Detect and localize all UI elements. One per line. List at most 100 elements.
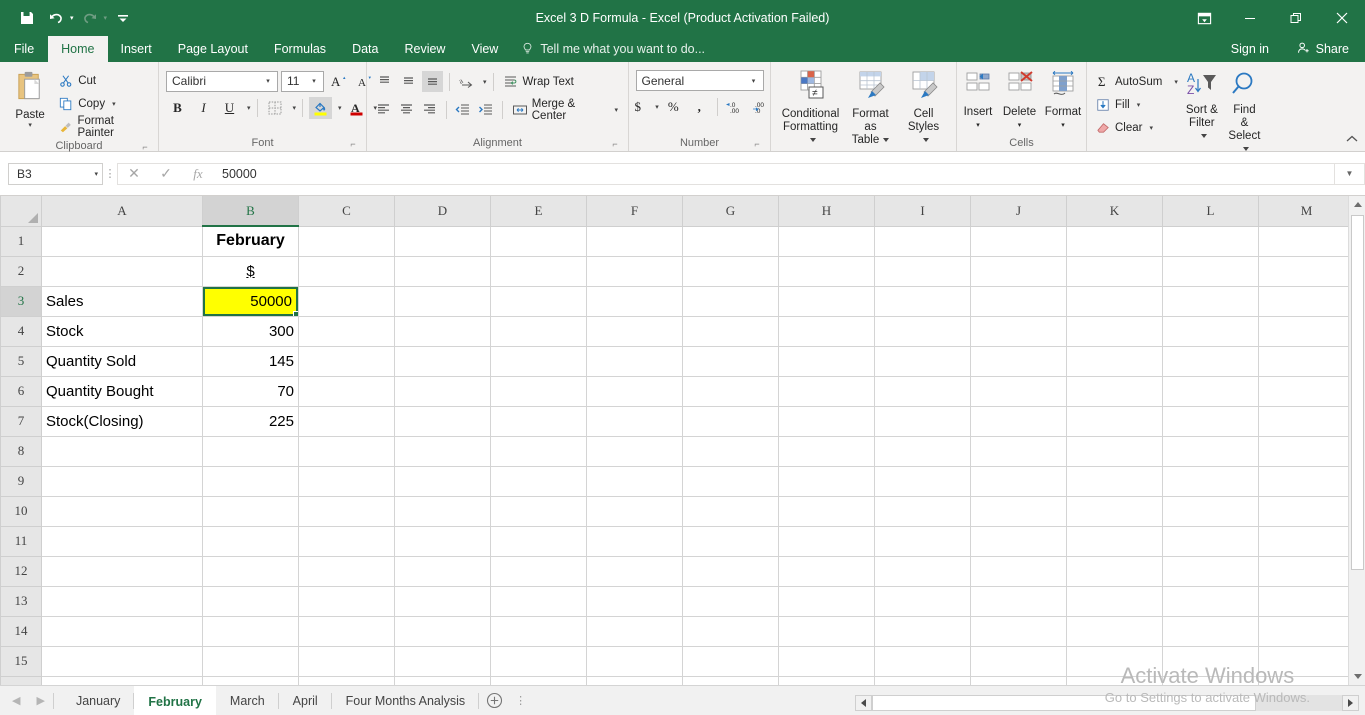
cell-j8[interactable] <box>971 436 1067 466</box>
clear-button[interactable]: Clear ▾ <box>1092 116 1181 139</box>
decrease-indent-button[interactable] <box>453 99 473 120</box>
cell-g9[interactable] <box>683 466 779 496</box>
tab-home[interactable]: Home <box>48 36 107 62</box>
insert-dropdown-icon[interactable]: ▾ <box>976 119 980 132</box>
cell-a12[interactable] <box>42 556 203 586</box>
cell-i14[interactable] <box>875 616 971 646</box>
cell-h12[interactable] <box>779 556 875 586</box>
cell-d15[interactable] <box>395 646 491 676</box>
cell-l8[interactable] <box>1163 436 1259 466</box>
sign-in-button[interactable]: Sign in <box>1231 36 1269 62</box>
row-header-6[interactable]: 6 <box>1 376 42 406</box>
cell-j9[interactable] <box>971 466 1067 496</box>
cell-k5[interactable] <box>1067 346 1163 376</box>
customize-qat-icon[interactable] <box>110 5 136 31</box>
cell-h9[interactable] <box>779 466 875 496</box>
cell-c13[interactable] <box>299 586 395 616</box>
cell-b2[interactable]: $ <box>203 256 299 286</box>
cell-b3[interactable]: 50000 <box>203 286 299 316</box>
format-dropdown-icon[interactable]: ▾ <box>1061 119 1065 132</box>
fill-dropdown-icon[interactable]: ▾ <box>1137 101 1141 109</box>
cell-a2[interactable] <box>42 256 203 286</box>
cell-j6[interactable] <box>971 376 1067 406</box>
cell-j15[interactable] <box>971 646 1067 676</box>
cell-m3[interactable] <box>1259 286 1355 316</box>
cancel-icon[interactable]: ✕ <box>118 164 150 184</box>
tab-insert[interactable]: Insert <box>108 36 165 62</box>
cell-h1[interactable] <box>779 226 875 256</box>
cell-i11[interactable] <box>875 526 971 556</box>
row-header-1[interactable]: 1 <box>1 226 42 256</box>
horizontal-scrollbar[interactable] <box>855 695 1359 711</box>
cell-a5[interactable]: Quantity Sold <box>42 346 203 376</box>
expand-formula-bar-icon[interactable]: ▼ <box>1335 163 1365 185</box>
cell-k10[interactable] <box>1067 496 1163 526</box>
cell-f3[interactable] <box>587 286 683 316</box>
cell-m13[interactable] <box>1259 586 1355 616</box>
cell-e16[interactable] <box>491 676 587 685</box>
cell-f5[interactable] <box>587 346 683 376</box>
merge-center-dropdown-icon[interactable]: ▾ <box>614 106 618 114</box>
align-top-button[interactable] <box>374 71 395 92</box>
cell-c10[interactable] <box>299 496 395 526</box>
column-header-g[interactable]: G <box>683 196 779 226</box>
row-header-10[interactable]: 10 <box>1 496 42 526</box>
column-header-i[interactable]: I <box>875 196 971 226</box>
cell-j10[interactable] <box>971 496 1067 526</box>
delete-dropdown-icon[interactable]: ▾ <box>1018 119 1022 132</box>
cell-m11[interactable] <box>1259 526 1355 556</box>
cell-e13[interactable] <box>491 586 587 616</box>
cell-j14[interactable] <box>971 616 1067 646</box>
cell-d4[interactable] <box>395 316 491 346</box>
cell-d8[interactable] <box>395 436 491 466</box>
conditional-formatting-dropdown-icon[interactable] <box>810 138 816 142</box>
cell-l4[interactable] <box>1163 316 1259 346</box>
cell-i16[interactable] <box>875 676 971 685</box>
cell-m4[interactable] <box>1259 316 1355 346</box>
fill-button[interactable]: Fill ▾ <box>1092 93 1181 116</box>
cell-c5[interactable] <box>299 346 395 376</box>
cell-c14[interactable] <box>299 616 395 646</box>
fill-color-dropdown-icon[interactable]: ▾ <box>338 104 342 112</box>
cell-g15[interactable] <box>683 646 779 676</box>
cell-a13[interactable] <box>42 586 203 616</box>
cell-l14[interactable] <box>1163 616 1259 646</box>
cell-g5[interactable] <box>683 346 779 376</box>
share-button[interactable]: Share <box>1288 36 1357 62</box>
row-header-2[interactable]: 2 <box>1 256 42 286</box>
cell-k9[interactable] <box>1067 466 1163 496</box>
cell-k3[interactable] <box>1067 286 1163 316</box>
italic-button[interactable]: I <box>192 97 215 119</box>
cell-e8[interactable] <box>491 436 587 466</box>
cell-k13[interactable] <box>1067 586 1163 616</box>
cell-k2[interactable] <box>1067 256 1163 286</box>
row-header-9[interactable]: 9 <box>1 466 42 496</box>
cell-g2[interactable] <box>683 256 779 286</box>
cell-e3[interactable] <box>491 286 587 316</box>
cell-a14[interactable] <box>42 616 203 646</box>
row-header-8[interactable]: 8 <box>1 436 42 466</box>
cell-d1[interactable] <box>395 226 491 256</box>
formula-input[interactable]: 50000 <box>214 163 1335 185</box>
format-painter-button[interactable]: Format Painter <box>55 115 153 138</box>
cell-d11[interactable] <box>395 526 491 556</box>
cell-d14[interactable] <box>395 616 491 646</box>
cell-f16[interactable] <box>587 676 683 685</box>
cell-e14[interactable] <box>491 616 587 646</box>
cell-h8[interactable] <box>779 436 875 466</box>
row-header-16[interactable]: 16 <box>1 676 42 685</box>
cell-m12[interactable] <box>1259 556 1355 586</box>
cell-k1[interactable] <box>1067 226 1163 256</box>
cell-g12[interactable] <box>683 556 779 586</box>
accounting-format-button[interactable]: $ <box>626 96 649 118</box>
comma-format-button[interactable]: , <box>688 96 711 118</box>
tab-data[interactable]: Data <box>339 36 391 62</box>
scroll-down-button[interactable] <box>1349 668 1365 685</box>
cell-m16[interactable] <box>1259 676 1355 685</box>
add-sheet-button[interactable] <box>479 686 509 715</box>
cell-g16[interactable] <box>683 676 779 685</box>
tell-me-box[interactable]: Tell me what you want to do... <box>511 36 715 62</box>
cell-g1[interactable] <box>683 226 779 256</box>
cell-b5[interactable]: 145 <box>203 346 299 376</box>
sheet-tab-march[interactable]: March <box>216 686 279 715</box>
